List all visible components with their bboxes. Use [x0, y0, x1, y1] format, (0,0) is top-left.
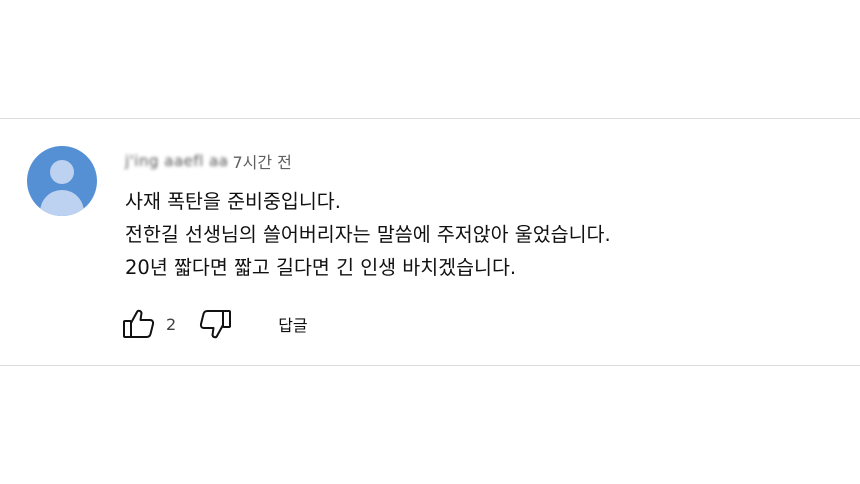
reply-button[interactable]: 답글: [278, 312, 307, 336]
avatar-body: [40, 190, 84, 216]
thumbs-up-icon: [123, 309, 155, 338]
thumbs-down-icon: [200, 310, 232, 339]
dislike-button[interactable]: [198, 307, 232, 341]
like-count: 2: [166, 314, 177, 334]
comment-line: 사재 폭탄을 준비중입니다.: [125, 190, 341, 213]
comment-item: j'ing aaefl aa 7시간 전 사재 폭탄을 준비중입니다. 전한길 …: [0, 119, 860, 365]
comment-actions: 2 답글: [122, 307, 308, 341]
comment-header: j'ing aaefl aa 7시간 전: [125, 150, 292, 172]
like-button[interactable]: [122, 307, 156, 341]
comment-line: 20년 짧다면 짧고 길다면 긴 인생 바치겠습니다.: [125, 256, 517, 279]
comment-timestamp[interactable]: 7시간 전: [232, 149, 291, 173]
comment-line: 전한길 선생님의 쓸어버리자는 말씀에 주저앉아 울었습니다.: [125, 223, 611, 246]
author-name[interactable]: j'ing aaefl aa: [125, 152, 228, 170]
avatar[interactable]: [27, 146, 97, 216]
bottom-divider: [0, 365, 860, 366]
avatar-head: [50, 160, 74, 184]
comment-text: 사재 폭탄을 준비중입니다. 전한길 선생님의 쓸어버리자는 말씀에 주저앉아 …: [125, 185, 825, 284]
